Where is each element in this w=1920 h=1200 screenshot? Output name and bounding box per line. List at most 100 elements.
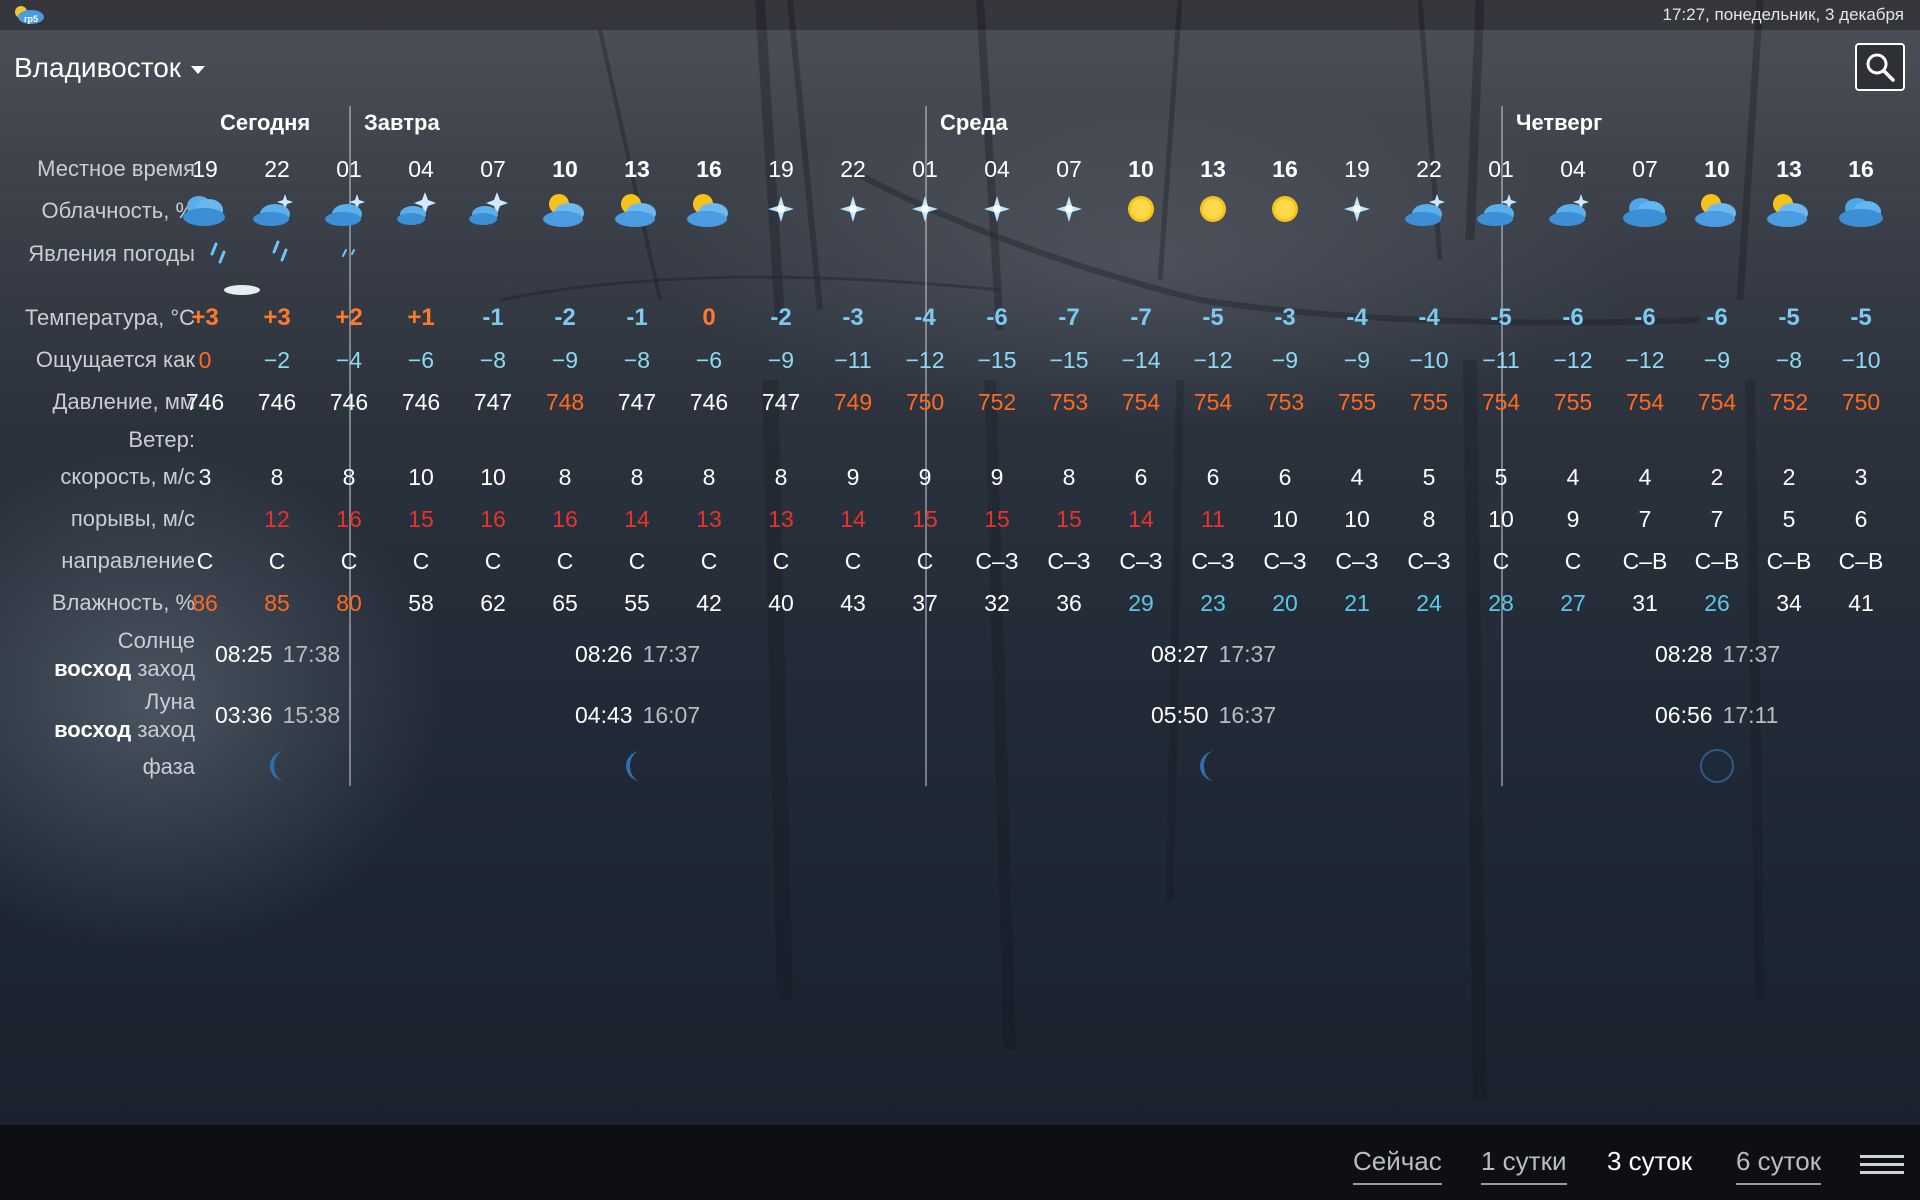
gust-cell: 10: [1488, 506, 1514, 532]
gust-cell: 7: [1710, 506, 1724, 532]
feels-like-cell: −9: [1703, 347, 1731, 373]
wind-direction-cell: С–В: [1694, 548, 1740, 574]
pressure-cell: 754: [1121, 389, 1161, 415]
search-button[interactable]: [1855, 43, 1905, 91]
gust-cell: 7: [1638, 506, 1652, 532]
temperature-cell: -1: [482, 304, 504, 331]
humidity-cell: 40: [768, 590, 794, 616]
temperature-cell: -5: [1490, 304, 1512, 331]
temperature-cell: -2: [770, 304, 792, 331]
sun-times: 08:26 17:37: [575, 641, 700, 668]
status-bar: rp5 17:27, понедельник, 3 декабря: [0, 0, 1920, 30]
cloudy-night-icon: [1477, 194, 1517, 226]
tab-1-day[interactable]: 1 сутки: [1481, 1146, 1567, 1185]
day-header-wednesday: Среда: [940, 110, 1008, 135]
wind-direction-cell: С–З: [1335, 548, 1379, 574]
hour-cell: 13: [624, 156, 650, 182]
wind-direction-cell: С: [268, 548, 286, 574]
temperature-cell: +2: [335, 304, 363, 331]
gust-cell: 14: [624, 506, 650, 532]
pressure-cell: 753: [1265, 389, 1305, 415]
hour-cell: 07: [480, 156, 506, 182]
pressure-cell: 752: [977, 389, 1017, 415]
city-selector[interactable]: Владивосток: [14, 52, 206, 84]
cloudy-night-icon: [1549, 194, 1589, 226]
label-moon-riseset: восход заход: [54, 716, 195, 743]
wind-speed-cell: 9: [990, 464, 1004, 490]
wind-direction-cell: С: [484, 548, 502, 574]
tab-3-days[interactable]: 3 суток: [1607, 1146, 1692, 1183]
feels-like-cell: −12: [1193, 347, 1233, 373]
gust-cell: 6: [1854, 506, 1868, 532]
hour-cell: 19: [1344, 156, 1370, 182]
hour-cell: 10: [1704, 156, 1730, 182]
temperature-cell: -3: [842, 304, 864, 331]
gust-cell: 5: [1782, 506, 1796, 532]
pressure-cell: 754: [1697, 389, 1737, 415]
wind-direction-cell: С: [844, 548, 862, 574]
sunrise-time: 08:26: [575, 641, 633, 667]
wind-speed-cell: 4: [1638, 464, 1652, 490]
hour-cell: 10: [552, 156, 578, 182]
label-sun-riseset: восход заход: [54, 655, 195, 682]
wind-direction-cell: С–З: [1191, 548, 1235, 574]
wind-direction-cell: С: [340, 548, 358, 574]
wind-direction-cell: С: [700, 548, 718, 574]
partly-cloudy-icon: [1695, 194, 1736, 227]
rain-icon: [272, 240, 288, 262]
feels-like-cell: −11: [834, 347, 872, 373]
city-name: Владивосток: [14, 52, 182, 83]
humidity-cell: 21: [1344, 590, 1370, 616]
humidity-cell: 62: [480, 590, 506, 616]
label-cloudiness: Облачность, %: [41, 198, 195, 223]
status-datetime: 17:27, понедельник, 3 декабря: [1662, 5, 1905, 24]
tab-now[interactable]: Сейчас: [1353, 1146, 1442, 1185]
label-phase: фаза: [142, 754, 195, 779]
label-rise: восход: [54, 656, 132, 681]
feels-like-cell: −14: [1121, 347, 1161, 373]
light-rain-icon: [342, 249, 355, 257]
sunset-time: 17:37: [642, 641, 701, 667]
moonset-time: 15:38: [282, 702, 341, 728]
wind-speed-cell: 6: [1278, 464, 1292, 490]
wind-speed-cell: 6: [1206, 464, 1220, 490]
feels-like-cell: −10: [1841, 347, 1881, 373]
temperature-cell: -1: [626, 304, 648, 331]
humidity-cell: 43: [840, 590, 866, 616]
pressure-cell: 755: [1553, 389, 1593, 415]
gust-cell: 13: [696, 506, 722, 532]
cloudy-night-icon: [469, 192, 508, 225]
humidity-cell: 31: [1632, 590, 1658, 616]
pressure-cell: 754: [1193, 389, 1233, 415]
humidity-cell: 37: [912, 590, 938, 616]
pressure-cell: 746: [689, 389, 729, 415]
moonrise-time: 05:50: [1151, 702, 1209, 728]
menu-icon[interactable]: [1860, 1150, 1904, 1180]
cloudy-night-icon: [325, 194, 365, 226]
wind-speed-cell: 2: [1710, 464, 1724, 490]
moonset-time: 16:37: [1218, 702, 1277, 728]
wind-speed-cell: 9: [918, 464, 932, 490]
humidity-cell: 32: [984, 590, 1010, 616]
label-phenomena: Явления погоды: [28, 241, 195, 266]
wind-speed-cell: 4: [1566, 464, 1580, 490]
moon-times: 06:56 17:11: [1655, 702, 1778, 729]
day-header-thursday: Четверг: [1516, 110, 1603, 135]
wind-speed-cell: 8: [1062, 464, 1076, 490]
pressure-cell: 747: [473, 389, 513, 415]
wind-direction-cell: С: [556, 548, 574, 574]
clear-night-icon: [1056, 196, 1082, 222]
pressure-cell: 747: [617, 389, 657, 415]
feels-like-cell: 0: [198, 347, 212, 373]
temperature-cell: -6: [1562, 304, 1584, 331]
humidity-cell: 23: [1200, 590, 1226, 616]
humidity-cell: 24: [1416, 590, 1442, 616]
chevron-down-icon: [191, 66, 206, 74]
tab-6-days[interactable]: 6 суток: [1736, 1146, 1822, 1185]
label-set: заход: [137, 656, 195, 681]
moon-times: 03:36 15:38: [215, 702, 340, 729]
partly-cloudy-icon: [687, 194, 728, 227]
humidity-cell: 36: [1056, 590, 1082, 616]
hour-cell: 16: [1272, 156, 1298, 182]
wind-speed-cell: 8: [774, 464, 788, 490]
